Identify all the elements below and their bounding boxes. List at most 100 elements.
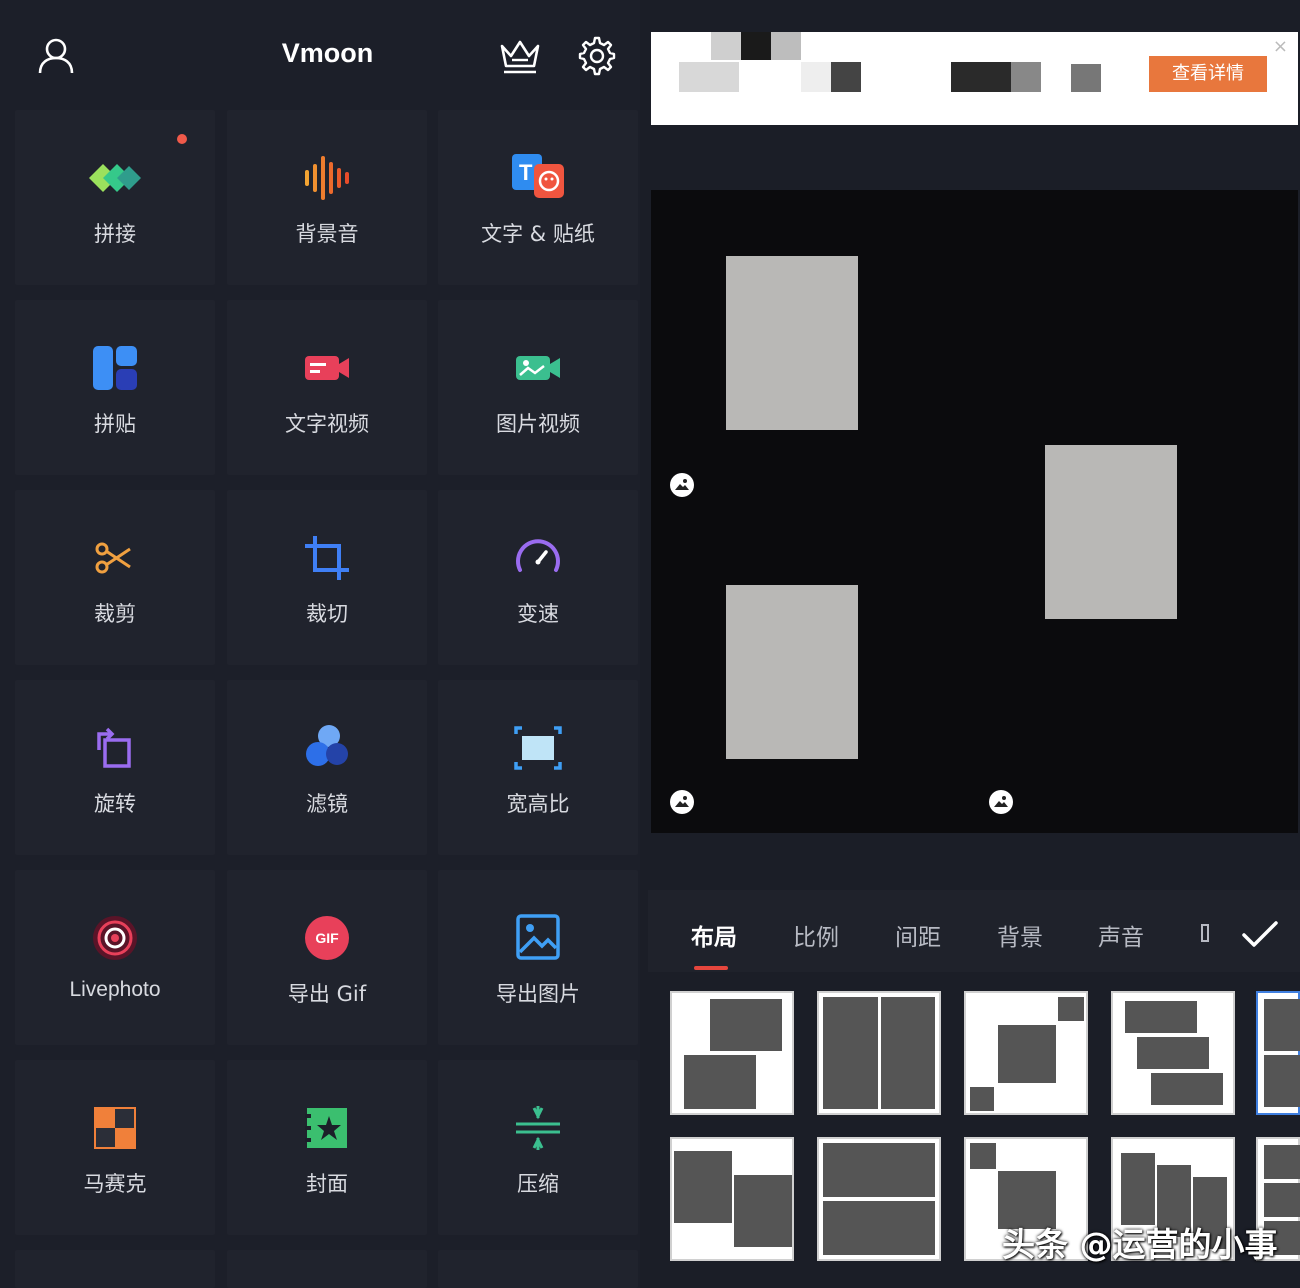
tool-label: 文字视频 <box>285 412 369 436</box>
collage-icon <box>93 346 137 390</box>
tool-label: 导出 Gif <box>287 982 367 1006</box>
tool-collage[interactable]: 拼贴 <box>15 300 215 475</box>
speedometer-icon <box>516 539 560 572</box>
layout-template[interactable] <box>964 991 1088 1115</box>
ad-pixel-block <box>679 62 739 92</box>
ad-pixel-block <box>801 62 831 92</box>
rotate-icon <box>97 727 131 768</box>
replace-photo-icon[interactable] <box>988 789 1014 815</box>
ad-close-icon[interactable]: × <box>1273 36 1288 57</box>
crop-icon <box>305 536 349 580</box>
replace-photo-icon[interactable] <box>669 472 695 498</box>
tool-label: 裁切 <box>306 602 348 626</box>
tool-label: 拼接 <box>94 222 136 246</box>
tool-livephoto[interactable]: Livephoto <box>15 870 215 1045</box>
tool-text-sticker[interactable]: T 文字 & 贴纸 <box>438 110 638 285</box>
cover-icon <box>305 1108 347 1148</box>
tab-background[interactable]: 背景 <box>997 918 1043 952</box>
splice-icon <box>89 164 141 192</box>
tool-label: 拼贴 <box>94 412 136 436</box>
layout-template[interactable] <box>670 991 794 1115</box>
tool-label: 文字 & 贴纸 <box>481 222 595 246</box>
collage-photo[interactable] <box>726 256 858 430</box>
layout-template-partial[interactable] <box>1256 991 1300 1115</box>
settings-gear-icon[interactable] <box>577 36 617 76</box>
tool-label: 导出图片 <box>496 982 580 1006</box>
tools-panel: Vmoon 拼接 背景音 T 文字 & 贴纸 拼贴 文字视频 图片视频 裁剪 裁… <box>0 0 640 1288</box>
layout-template[interactable] <box>817 991 941 1115</box>
tool-label: 背景音 <box>295 222 359 246</box>
watermark: 头条 @运营的小事 <box>1002 1225 1278 1264</box>
layout-template[interactable] <box>1111 991 1235 1115</box>
tool-compress[interactable]: 压缩 <box>438 1060 638 1235</box>
compress-icon <box>516 1106 560 1150</box>
tab-overflow-partial[interactable] <box>1201 924 1209 942</box>
ad-pixel-block <box>771 32 801 60</box>
tool-label: 滤镜 <box>306 792 348 816</box>
collage-photo[interactable] <box>726 585 858 759</box>
layout-template[interactable] <box>670 1137 794 1261</box>
svg-text:T: T <box>519 160 533 185</box>
export-image-icon <box>516 914 560 960</box>
collage-canvas[interactable] <box>651 190 1298 833</box>
collage-photo[interactable] <box>1045 445 1177 619</box>
app-title: Vmoon <box>281 38 374 68</box>
tool-partial <box>227 1250 427 1288</box>
tool-label: 宽高比 <box>506 792 570 816</box>
ad-pixel-block <box>741 32 771 60</box>
tool-background-music[interactable]: 背景音 <box>227 110 427 285</box>
scissors-icon <box>95 542 131 574</box>
tab-layout[interactable]: 布局 <box>691 918 737 952</box>
gif-icon: GIF <box>305 916 349 960</box>
tool-label: Livephoto <box>69 978 161 1001</box>
user-profile-icon[interactable] <box>36 36 76 76</box>
editor-tabs: 布局 比例 间距 背景 声音 <box>648 890 1300 972</box>
tool-label: 图片视频 <box>496 412 580 436</box>
tab-spacing[interactable]: 间距 <box>895 918 941 952</box>
tool-photo-video[interactable]: 图片视频 <box>438 300 638 475</box>
confirm-check-icon[interactable] <box>1240 914 1280 954</box>
tool-cover[interactable]: 封面 <box>227 1060 427 1235</box>
text-sticker-icon: T <box>512 154 564 198</box>
replace-photo-icon[interactable] <box>669 789 695 815</box>
crown-vip-icon[interactable] <box>498 36 542 76</box>
tool-label: 变速 <box>517 602 559 626</box>
tool-text-video[interactable]: 文字视频 <box>227 300 427 475</box>
tool-label: 马赛克 <box>83 1172 147 1196</box>
tool-trim[interactable]: 裁剪 <box>15 490 215 665</box>
active-tab-indicator <box>694 966 728 970</box>
ad-pixel-block <box>831 62 861 92</box>
mosaic-icon <box>94 1107 136 1149</box>
tab-ratio[interactable]: 比例 <box>793 918 839 952</box>
tool-label: 旋转 <box>94 792 136 816</box>
tool-speed[interactable]: 变速 <box>438 490 638 665</box>
text-video-icon <box>305 356 349 380</box>
tab-sound[interactable]: 声音 <box>1098 918 1144 952</box>
tool-export-image[interactable]: 导出图片 <box>438 870 638 1045</box>
tool-export-gif[interactable]: GIF 导出 Gif <box>227 870 427 1045</box>
new-badge-dot <box>177 134 187 144</box>
layout-template[interactable] <box>817 1137 941 1261</box>
tool-filter[interactable]: 滤镜 <box>227 680 427 855</box>
tool-rotate[interactable]: 旋转 <box>15 680 215 855</box>
background-music-icon <box>305 156 349 200</box>
tool-mosaic[interactable]: 马赛克 <box>15 1060 215 1235</box>
gif-badge-text: GIF <box>315 930 339 946</box>
ad-pixel-block <box>711 32 741 60</box>
tool-label: 封面 <box>306 1172 348 1196</box>
livephoto-icon <box>93 916 137 960</box>
ad-banner[interactable]: 查看详情 × <box>651 32 1298 125</box>
tool-partial <box>438 1250 638 1288</box>
ad-pixel-block <box>1071 64 1101 92</box>
filter-icon <box>306 725 348 766</box>
tool-label: 裁剪 <box>94 602 136 626</box>
tool-partial <box>15 1250 215 1288</box>
tool-label: 压缩 <box>517 1172 559 1196</box>
tool-crop[interactable]: 裁切 <box>227 490 427 665</box>
ad-view-details-button[interactable]: 查看详情 <box>1149 56 1267 92</box>
aspect-ratio-icon <box>514 726 562 770</box>
tool-aspect-ratio[interactable]: 宽高比 <box>438 680 638 855</box>
ad-pixel-block <box>1011 62 1041 92</box>
top-bar: Vmoon <box>0 0 640 110</box>
collage-editor: 查看详情 × 布局 比例 间距 背景 声音 <box>648 0 1300 1288</box>
